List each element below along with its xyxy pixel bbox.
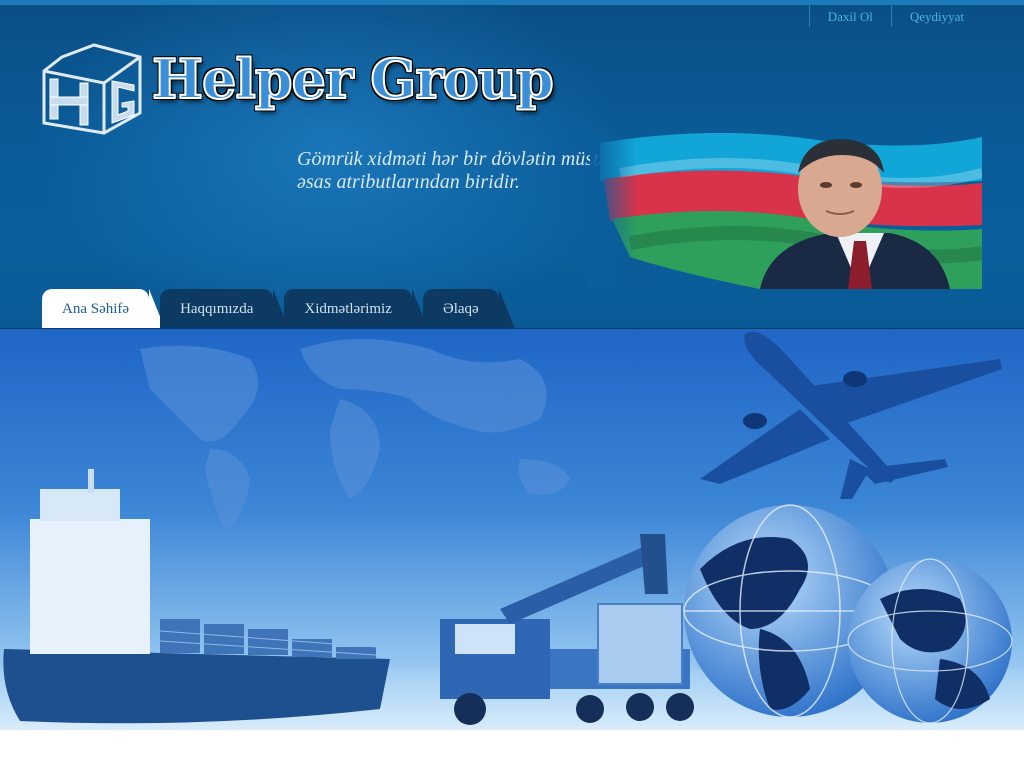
main-navigation: Ana Səhifə Haqqımızda Xidmətlərimiz Əlaq… <box>42 289 515 329</box>
tab-home[interactable]: Ana Səhifə <box>42 289 166 329</box>
logo-wordmark: Helper Group <box>151 46 555 112</box>
logistics-hero-image <box>0 329 1024 730</box>
page-body <box>0 730 1024 768</box>
tab-contact[interactable]: Əlaqə <box>422 289 515 329</box>
hg-cube-logo-icon <box>42 43 142 135</box>
globe-small-icon <box>847 558 1013 724</box>
tab-about[interactable]: Haqqımızda <box>160 289 290 329</box>
site-header: Daxil Ol Qeydiyyat Helper Group Gömrük x… <box>0 0 1024 329</box>
site-logo[interactable]: Helper Group <box>42 43 555 135</box>
azerbaijan-flag-portrait-image <box>590 133 982 289</box>
cargo-ship-icon <box>3 469 390 724</box>
airplane-icon <box>700 331 1002 499</box>
logistics-illustration <box>0 331 1024 730</box>
tab-services[interactable]: Xidmətlərimiz <box>284 289 429 329</box>
register-link[interactable]: Qeydiyyat <box>890 5 982 27</box>
account-links: Daxil Ol Qeydiyyat <box>808 5 982 27</box>
login-link[interactable]: Daxil Ol <box>808 5 891 27</box>
world-map-icon <box>140 339 570 529</box>
flag-portrait-banner <box>590 133 982 289</box>
